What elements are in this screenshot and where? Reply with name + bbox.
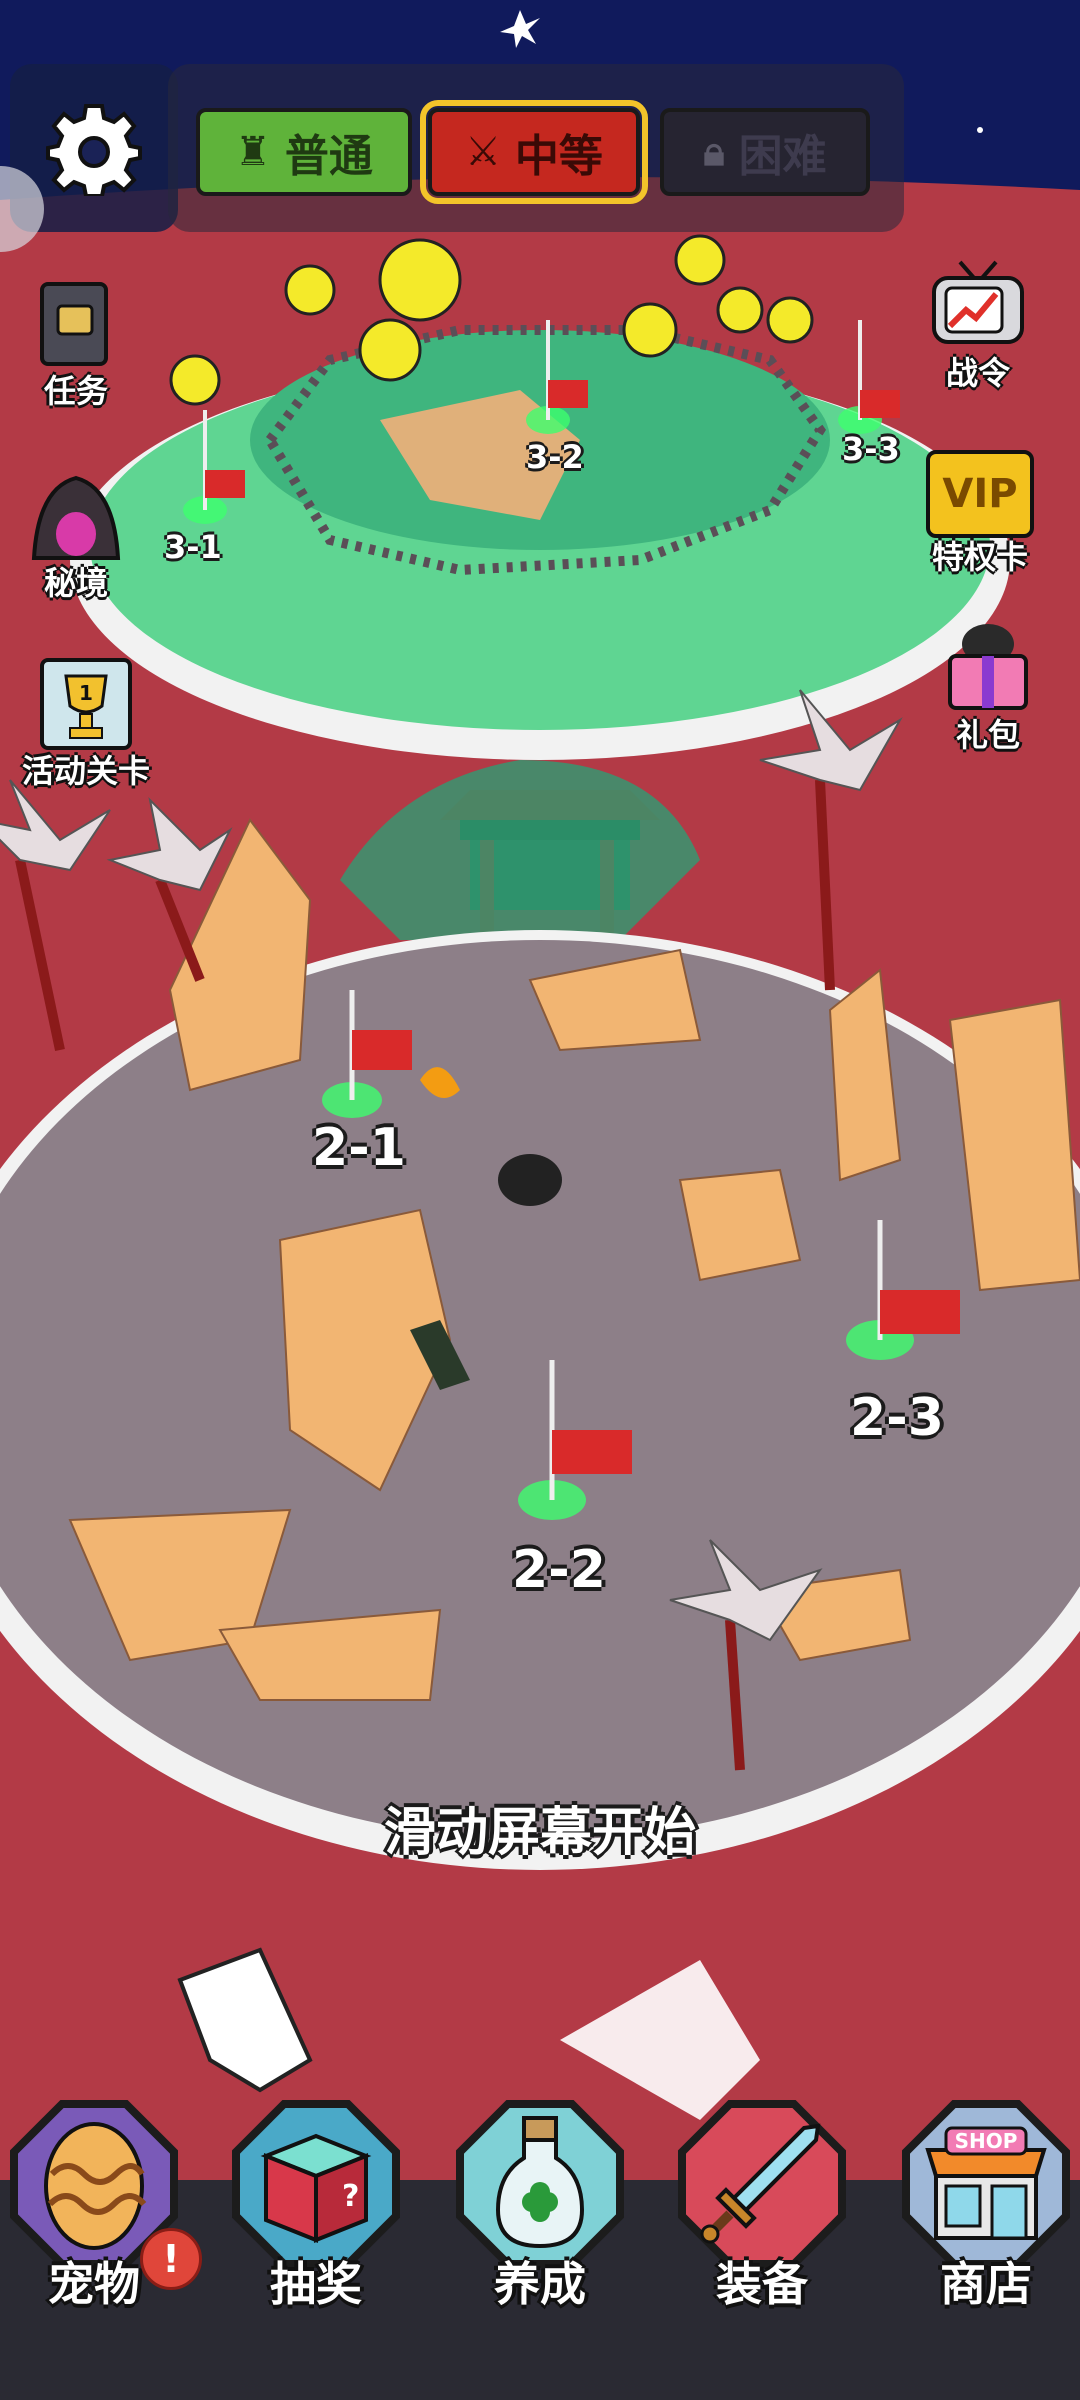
svg-text:SHOP: SHOP [955,2129,1018,2153]
privilege-card-label: 特权卡 [931,538,1028,576]
nav-pet-button[interactable]: 宠物 ! [4,2100,202,2311]
secret-realm-button[interactable]: 秘境 [28,468,124,604]
nav-cultivate-button[interactable]: 养成 [450,2100,630,2311]
svg-text:1: 1 [79,681,93,705]
privilege-card-button[interactable]: VIP 特权卡 [926,450,1034,578]
tasks-button[interactable]: 任务 [28,276,124,412]
book-icon [40,282,108,366]
level-label-2-2[interactable]: 2-2 [512,1540,606,1600]
storefront-icon: SHOP [925,2126,1047,2240]
event-stage-label: 活动关卡 [22,752,151,790]
difficulty-hard-label: 困难 [738,131,827,182]
nav-shop-label: 商店 [940,2257,1032,2311]
svg-text:?: ? [342,2179,359,2214]
nav-lottery-label: 抽奖 [270,2257,362,2311]
nav-lottery-button[interactable]: ? 抽奖 [226,2100,406,2311]
lock-icon: 🔒︎ [703,129,725,175]
tasks-label: 任务 [43,372,108,410]
difficulty-normal-label: 普通 [284,131,373,182]
enemy-sprite [498,1154,562,1206]
event-stage-button[interactable]: 1 活动关卡 [22,656,150,792]
gear-icon [46,104,142,196]
egg-icon [44,2122,147,2250]
nav-equipment-button[interactable]: 装备 [672,2100,852,2311]
sword-icon [700,2123,821,2244]
trophy-icon: 1 [40,658,132,750]
difficulty-hard-tab[interactable]: 🔒︎ 困难 [660,108,870,196]
nav-shop-button[interactable]: SHOP 商店 [896,2100,1076,2311]
game-map[interactable] [0,0,1080,2400]
level-label-3-3[interactable]: 3-3 [842,430,900,468]
swipe-hint: 滑动屏幕开始 [383,1803,696,1863]
mystery-box-icon: ? [260,2133,372,2243]
level-label-3-1[interactable]: 3-1 [164,528,222,566]
level-label-2-3[interactable]: 2-3 [850,1388,944,1448]
cave-portal-icon [31,475,121,560]
alert-badge: ! [140,2228,202,2290]
difficulty-normal-tab[interactable]: ♜ 普通 [196,108,412,196]
battle-pass-button[interactable]: 战令 [930,258,1026,394]
clover-bottle-icon [495,2116,585,2249]
vip-icon: VIP [926,450,1034,538]
level-label-3-2[interactable]: 3-2 [526,438,584,476]
nav-equipment-label: 装备 [716,2257,808,2311]
castle-icon: ♜ [235,129,271,175]
secret-realm-label: 秘境 [43,564,108,602]
battle-pass-label: 战令 [945,354,1010,392]
crossed-swords-icon: ⚔ [465,129,501,175]
gift-pack-button[interactable]: 礼包 [940,620,1036,756]
gift-pack-label: 礼包 [955,716,1020,754]
tv-chart-icon [932,260,1024,344]
nav-cultivate-label: 养成 [494,2257,586,2311]
gift-box-icon [948,624,1028,710]
level-label-2-1[interactable]: 2-1 [312,1118,406,1178]
difficulty-medium-label: 中等 [514,131,603,182]
difficulty-medium-tab[interactable]: ⚔ 中等 [420,100,648,204]
